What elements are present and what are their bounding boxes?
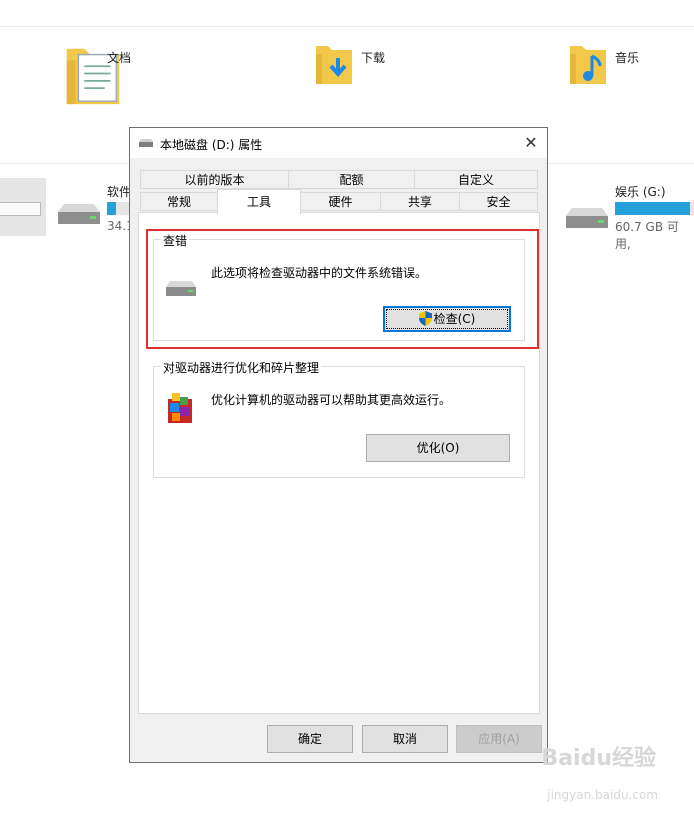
highlight-box <box>146 229 539 349</box>
tab-label: 以前的版本 <box>184 173 245 187</box>
drive-g-usage-fill <box>615 202 691 215</box>
tab-label: 自定义 <box>457 173 494 187</box>
tab-label: 硬件 <box>328 195 353 209</box>
dialog-title: 本地磁盘 (D:) 属性 <box>160 138 263 152</box>
drive-software-usage-fill <box>107 202 116 215</box>
optimize-title: 对驱动器进行优化和碎片整理 <box>161 359 322 376</box>
folder-documents-label[interactable]: 文档 <box>107 49 131 66</box>
drive-g-usage-bar <box>615 202 694 215</box>
close-button[interactable]: ✕ <box>515 128 547 158</box>
tab-label: 共享 <box>407 195 432 209</box>
watermark-url: jingyan.baidu.com <box>547 788 658 802</box>
cancel-button-label: 取消 <box>392 732 417 746</box>
hard-drive-icon <box>58 204 100 224</box>
optimize-button-label: 优化(O) <box>416 441 460 455</box>
ok-button-label: 确定 <box>297 732 322 746</box>
apply-button[interactable]: 应用(A) <box>456 725 542 753</box>
drive-g-label[interactable]: 娱乐 (G:) <box>615 183 666 200</box>
watermark-brand: Baidu经验 <box>541 746 656 771</box>
tab-label: 配额 <box>339 173 364 187</box>
tab-hardware[interactable]: 硬件 <box>300 192 381 211</box>
drive-software-usage-bar <box>107 202 129 215</box>
dialog-titlebar[interactable]: 本地磁盘 (D:) 属性 ✕ <box>130 128 547 158</box>
defrag-icon <box>168 393 192 423</box>
selected-drive-bar <box>0 202 41 216</box>
tab-label: 安全 <box>486 195 511 209</box>
cancel-button[interactable]: 取消 <box>362 725 448 753</box>
folder-music[interactable] <box>566 40 610 91</box>
explorer-divider-top <box>0 26 694 27</box>
close-icon: ✕ <box>524 133 538 152</box>
optimize-button[interactable]: 优化(O) <box>366 434 510 462</box>
tab-general[interactable]: 常规 <box>140 192 218 211</box>
drive-small-icon <box>139 139 153 147</box>
optimize-description: 优化计算机的驱动器可以帮助其更高效运行。 <box>211 393 452 407</box>
apply-button-label: 应用(A) <box>478 732 520 746</box>
drive-g-free: 60.7 GB 可用, <box>615 220 679 251</box>
tab-sharing[interactable]: 共享 <box>380 192 460 211</box>
folder-downloads[interactable] <box>312 40 356 91</box>
drive-g[interactable] <box>564 204 610 235</box>
tab-quota[interactable]: 配额 <box>288 170 415 189</box>
hard-drive-icon <box>566 208 608 228</box>
tab-customize[interactable]: 自定义 <box>414 170 538 189</box>
tab-label: 常规 <box>166 195 191 209</box>
tab-security[interactable]: 安全 <box>459 192 538 211</box>
drive-software[interactable] <box>56 200 102 231</box>
folder-music-label[interactable]: 音乐 <box>615 49 639 66</box>
properties-dialog: 本地磁盘 (D:) 属性 ✕ 以前的版本 配额 自定义 常规 共享 硬件 安全 … <box>129 127 548 763</box>
drive-software-label[interactable]: 软件 <box>107 183 131 200</box>
tab-tools[interactable]: 工具 <box>217 189 301 214</box>
tab-previous-versions[interactable]: 以前的版本 <box>140 170 289 189</box>
tab-label: 工具 <box>246 195 271 209</box>
folder-downloads-label[interactable]: 下载 <box>361 49 385 66</box>
downloads-folder-icon <box>316 46 352 84</box>
music-folder-icon <box>570 46 606 84</box>
ok-button[interactable]: 确定 <box>267 725 353 753</box>
